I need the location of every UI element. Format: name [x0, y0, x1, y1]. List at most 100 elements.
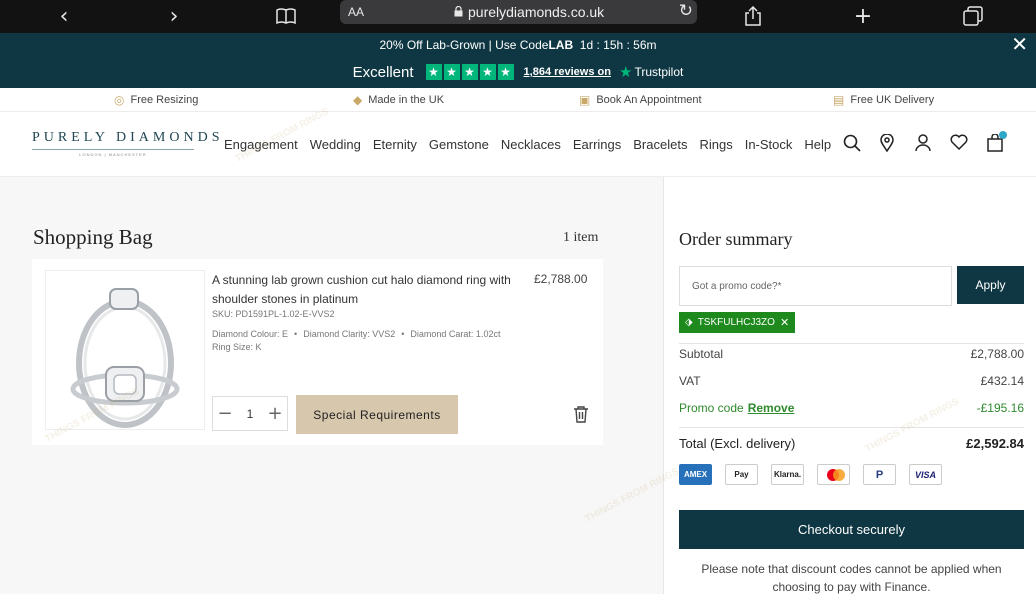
back-icon[interactable]: ‹ — [54, 2, 74, 30]
tag-icon: ⬗ — [685, 317, 693, 328]
product-price: £2,788.00 — [534, 272, 588, 286]
total-row: Total (Excl. delivery) £2,592.84 — [679, 436, 1024, 451]
subtotal-row: Subtotal £2,788.00 — [679, 347, 1024, 361]
minus-icon[interactable]: − — [217, 403, 233, 424]
subtotal-label: Subtotal — [679, 347, 724, 361]
nav-item-engagement[interactable]: Engagement — [224, 137, 298, 152]
mastercard-icon — [817, 464, 850, 485]
nav-item-necklaces[interactable]: Necklaces — [501, 137, 561, 152]
special-requirements-button[interactable]: Special Requirements — [296, 395, 458, 434]
paypal-icon: P — [863, 464, 896, 485]
remove-promo-link[interactable]: Remove — [748, 401, 795, 415]
logo-name: PURELY DIAMONDS — [32, 130, 224, 145]
apple-pay-label: Pay — [734, 470, 749, 479]
site-logo[interactable]: PURELY DIAMONDS LONDON | MANCHESTER — [32, 130, 224, 157]
checkout-button[interactable]: Checkout securely — [679, 510, 1024, 549]
payment-methods: AMEX Pay Klarna. P VISA — [679, 464, 942, 485]
nav-item-in-stock[interactable]: In-Stock — [745, 137, 793, 152]
nav-item-eternity[interactable]: Eternity — [373, 137, 417, 152]
applied-promo-chip: ⬗ TSKFULHCJ3ZO ✕ — [679, 312, 796, 333]
star-icon: ★ — [425, 64, 442, 80]
trash-icon[interactable] — [573, 405, 589, 423]
nav-item-rings[interactable]: Rings — [699, 137, 732, 152]
trustpilot-reviews-link[interactable]: 1,864 reviews on — [524, 66, 611, 78]
nav-item-bracelets[interactable]: Bracelets — [633, 137, 687, 152]
location-icon[interactable] — [880, 133, 894, 157]
lock-icon — [454, 6, 463, 17]
trustpilot-rating-label: Excellent — [352, 63, 414, 81]
promo-label: Promo code — [679, 401, 744, 415]
divider — [679, 343, 1024, 344]
tabs-overview-icon[interactable] — [962, 2, 984, 30]
star-icon: ★ — [443, 64, 460, 80]
promo-countdown: 1d : 15h : 56m — [579, 37, 657, 52]
star-icon: ★ — [461, 64, 478, 80]
diamond-icon: ◆ — [353, 93, 363, 107]
remove-code-icon[interactable]: ✕ — [780, 316, 789, 329]
quantity-stepper: − 1 + — [212, 396, 288, 431]
reload-icon[interactable]: ↻ — [679, 1, 693, 21]
ring-icon: ◎ — [114, 93, 125, 107]
trustpilot-bar[interactable]: Excellent ★ ★ ★ ★ ★ 1,864 reviews on ★ T… — [0, 56, 1036, 88]
benefit-free-delivery[interactable]: ▤ Free UK Delivery — [833, 93, 934, 107]
trustpilot-brand: Trustpilot — [634, 65, 684, 79]
account-icon[interactable] — [915, 134, 931, 157]
benefit-book-appointment[interactable]: ▣ Book An Appointment — [579, 93, 702, 107]
nav-item-wedding[interactable]: Wedding — [310, 137, 361, 152]
product-name[interactable]: A stunning lab grown cushion cut halo di… — [212, 271, 522, 309]
star-icon: ★ — [479, 64, 496, 80]
product-image[interactable] — [45, 270, 205, 430]
shopping-bag-icon[interactable] — [987, 131, 1007, 157]
klarna-icon: Klarna. — [771, 464, 804, 485]
wishlist-heart-icon[interactable] — [950, 134, 968, 155]
applied-code: TSKFULHCJ3ZO — [697, 317, 775, 328]
text-size-button[interactable]: AA — [348, 5, 364, 19]
vat-label: VAT — [679, 374, 701, 388]
product-attributes: Diamond Colour: E • Diamond Clarity: VVS2 •… — [212, 329, 501, 352]
product-sku: SKU: PD1591PL-1.02-E-VVS2 — [212, 309, 335, 319]
address-bar[interactable]: AA purelydiamonds.co.uk ↻ — [340, 0, 697, 24]
bookmarks-icon[interactable] — [274, 2, 298, 30]
quantity-value[interactable]: 1 — [247, 407, 254, 421]
benefit-made-in-uk[interactable]: ◆ Made in the UK — [353, 93, 444, 107]
attr-ring-size: Ring Size: K — [212, 342, 262, 352]
attr-colour: Diamond Colour: E — [212, 329, 289, 339]
divider — [679, 427, 1024, 428]
bag-item-count: 1 item — [563, 230, 599, 245]
forward-icon[interactable]: › — [164, 2, 184, 30]
apple-pay-icon: Pay — [725, 464, 758, 485]
order-summary-title: Order summary — [679, 229, 793, 249]
search-icon[interactable] — [843, 134, 861, 157]
promo-code-input[interactable]: Got a promo code?* — [679, 266, 952, 306]
logo-rule — [32, 149, 194, 150]
subtotal-value: £2,788.00 — [970, 347, 1024, 361]
amex-icon: AMEX — [679, 464, 712, 485]
benefit-label: Free UK Delivery — [850, 94, 935, 106]
apply-button[interactable]: Apply — [957, 266, 1024, 304]
page-title: Shopping Bag — [33, 225, 153, 249]
benefit-label: Free Resizing — [130, 94, 199, 106]
store-icon: ▣ — [579, 93, 591, 107]
bag-item: A stunning lab grown cushion cut halo di… — [32, 259, 603, 445]
attr-clarity: Diamond Clarity: VVS2 — [303, 329, 396, 339]
benefit-label: Book An Appointment — [596, 94, 702, 106]
browser-toolbar: ‹ › AA purelydiamonds.co.uk ↻ + — [0, 0, 1036, 33]
main-header: PURELY DIAMONDS LONDON | MANCHESTER Enga… — [0, 112, 1036, 177]
promo-row: Promo code Remove -£195.16 — [679, 401, 1024, 415]
main-menu: Engagement Wedding Eternity Gemstone Nec… — [224, 137, 831, 152]
plus-icon[interactable]: + — [267, 403, 283, 424]
vat-value: £432.14 — [980, 374, 1024, 388]
total-label: Total (Excl. delivery) — [679, 436, 796, 451]
nav-item-earrings[interactable]: Earrings — [573, 137, 621, 152]
new-tab-icon[interactable]: + — [852, 2, 874, 30]
nav-item-gemstone[interactable]: Gemstone — [429, 137, 489, 152]
close-icon[interactable]: ✕ — [1011, 34, 1028, 54]
benefit-free-resizing[interactable]: ◎ Free Resizing — [114, 93, 198, 107]
finance-note: Please note that discount codes cannot b… — [701, 562, 1002, 594]
nav-item-help[interactable]: Help — [804, 137, 831, 152]
attr-carat: Diamond Carat: 1.02ct — [410, 329, 501, 339]
delivery-icon: ▤ — [833, 93, 845, 107]
share-icon[interactable] — [742, 2, 764, 30]
order-summary: Order summary Got a promo code?* Apply ⬗… — [663, 177, 1036, 594]
promo-value: -£195.16 — [976, 401, 1024, 415]
